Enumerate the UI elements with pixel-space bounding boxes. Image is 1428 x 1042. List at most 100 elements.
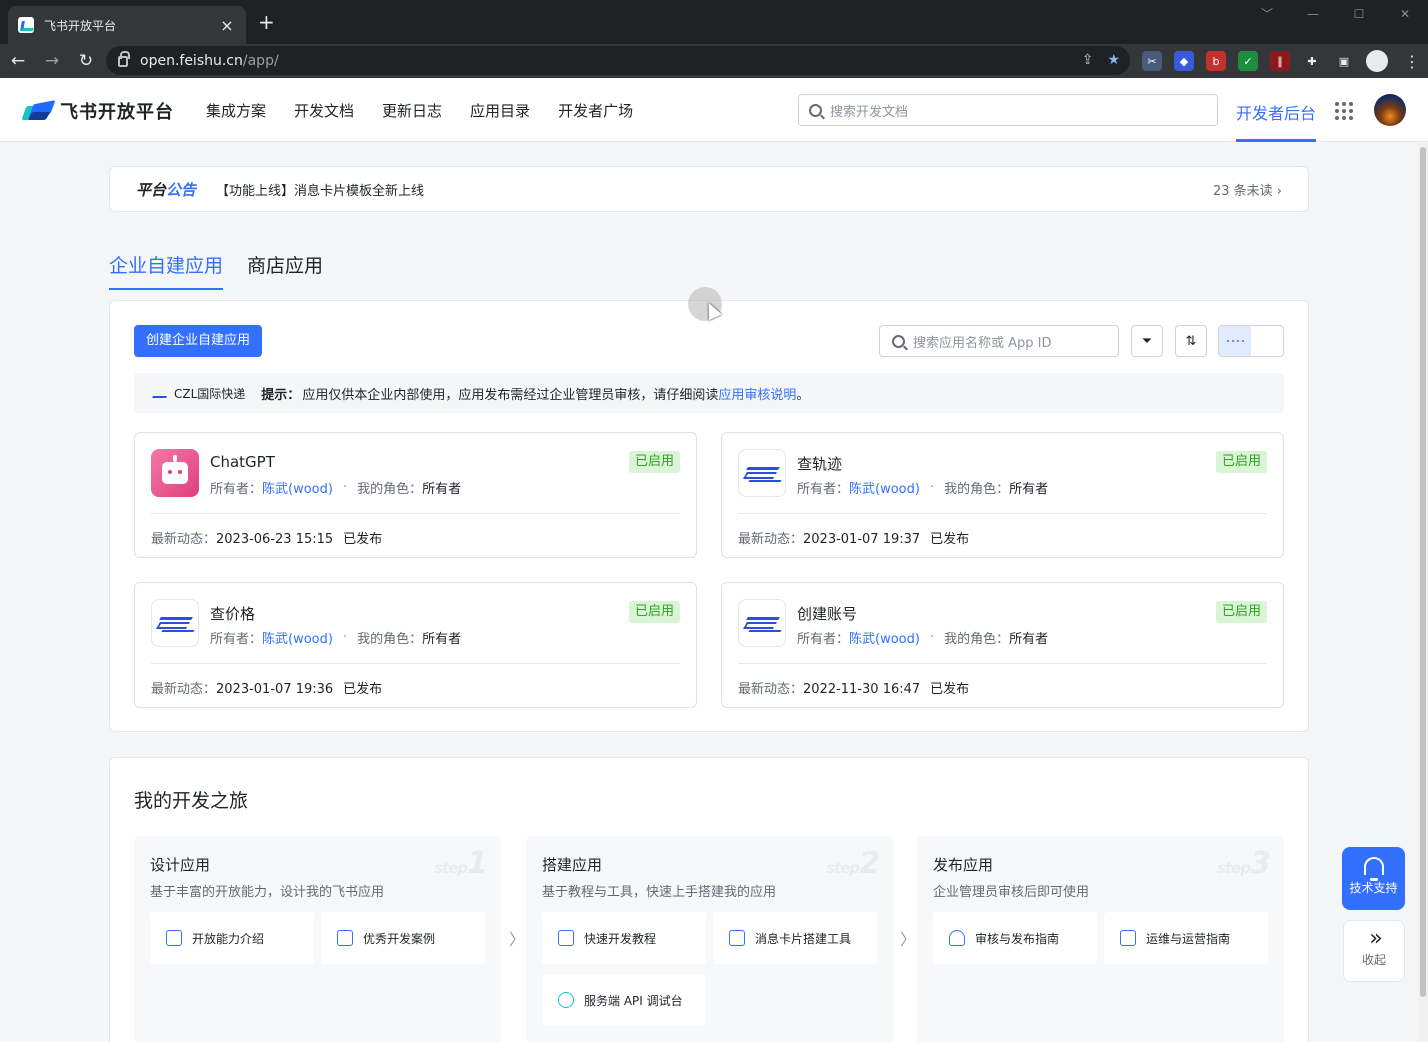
docs-search-input[interactable]: 搜索开发文档 [798,94,1218,126]
sort-icon: ⇅ [1185,333,1197,349]
review-guide-link[interactable]: 应用审核说明 [718,384,796,403]
link-card-builder[interactable]: 消息卡片搭建工具 [713,912,877,964]
step-publish: 发布应用 企业管理员审核后即可使用 step3 审核与发布指南 运维与运营指南 [917,836,1284,1042]
share-icon[interactable]: ⇪ [1082,52,1094,68]
app-card-track[interactable]: 查轨迹 所有者： 陈武(wood) · 我的角色： 所有者 已启用 最新动态：202… [721,432,1284,558]
feishu-logo-icon [21,100,56,122]
card-divider [151,513,680,514]
link-quick-tutorial[interactable]: 快速开发教程 [542,912,706,964]
notice-tag: 平台公告 [136,180,197,199]
sort-button[interactable]: ⇅ [1175,325,1207,357]
list-view-icon [1251,335,1283,347]
main-content: 平台公告 【功能上线】消息卡片模板全新上线 23 条未读 › 企业自建应用 商店… [0,143,1418,1042]
list-view-button[interactable] [1251,326,1283,356]
address-bar[interactable]: open.feishu.cn/app/ ⇪ ★ [106,46,1130,75]
scroll-thumb[interactable] [1420,147,1426,997]
step-arrow-icon: 〉 [900,930,917,949]
robot-app-icon [151,449,199,497]
nav-app-directory[interactable]: 应用目录 [470,100,530,121]
extension-scissors-icon[interactable]: ✂ [1142,51,1162,71]
lock-icon[interactable] [118,51,130,67]
feishu-logo[interactable]: 飞书开放平台 [21,98,174,124]
feishu-favicon-icon [18,17,34,33]
back-arrow-icon[interactable]: ← [2,51,34,71]
browser-tab[interactable]: 飞书开放平台 × [8,6,246,44]
link-showcase[interactable]: 优秀开发案例 [321,912,485,964]
tab-title: 飞书开放平台 [44,18,117,33]
status-badge: 已启用 [1215,601,1267,623]
tab-search-icon[interactable]: ﹀ [1244,0,1290,30]
bookmark-star-icon[interactable]: ★ [1107,52,1120,68]
tech-support-button[interactable]: 技术支持 [1342,847,1405,910]
tip-end: 。 [796,387,810,403]
filter-button[interactable]: ⏷ [1131,325,1163,357]
new-tab-button[interactable]: + [258,12,275,32]
user-avatar[interactable] [1374,94,1406,126]
card-builder-icon [729,930,745,946]
extensions-puzzle-icon[interactable]: ✚ [1302,51,1322,71]
step-desc: 基于教程与工具，快速上手搭建我的应用 [542,885,777,900]
step-title: 发布应用 [933,856,994,874]
app-name: 查价格 [210,605,256,623]
platform-notice[interactable]: 平台公告 【功能上线】消息卡片模板全新上线 23 条未读 › [109,166,1309,212]
tip-text: 应用仅供本企业内部使用，应用发布需经过企业管理员审核，请仔细阅读 [302,387,719,403]
collapse-button[interactable]: » 收起 [1343,920,1405,982]
close-window-button[interactable]: ✕ [1382,0,1428,30]
step-watermark: step3 [1217,846,1271,881]
nav-docs[interactable]: 开发文档 [294,100,354,121]
nav-dev-community[interactable]: 开发者广场 [558,100,633,121]
card-divider [151,663,680,664]
owner-link[interactable]: 陈武(wood) [849,628,920,647]
reload-icon[interactable]: ↻ [70,51,102,71]
app-card-create-account[interactable]: 创建账号 所有者： 陈武(wood) · 我的角色： 所有者 已启用 最新动态：20… [721,582,1284,708]
nav-changelog[interactable]: 更新日志 [382,100,442,121]
card-divider [738,513,1267,514]
doc-icon [166,930,182,946]
book-icon [558,930,574,946]
grid-view-button[interactable] [1219,326,1251,356]
link-ops-guide[interactable]: 运维与运营指南 [1104,912,1268,964]
link-review-guide[interactable]: 审核与发布指南 [933,912,1097,964]
forward-arrow-icon[interactable]: → [36,51,68,71]
page-scrollbar[interactable] [1418,143,1428,1042]
tab-close-icon[interactable]: × [218,16,236,35]
app-name: 创建账号 [797,605,858,623]
app-grid-icon[interactable] [1335,102,1353,120]
headset-icon [1363,857,1384,881]
owner-link[interactable]: 陈武(wood) [262,628,333,647]
tip-label: 提示： [261,387,301,403]
maximize-button[interactable]: ☐ [1336,0,1382,30]
owner-link[interactable]: 陈武(wood) [262,478,333,497]
status-badge: 已启用 [1215,451,1267,473]
side-panel-icon[interactable]: ▣ [1334,51,1354,71]
notice-text[interactable]: 【功能上线】消息卡片模板全新上线 [216,180,1213,199]
extension-bing-icon[interactable]: b [1206,51,1226,71]
dev-journey-panel: 我的开发之旅 设计应用 基于丰富的开放能力，设计我的飞书应用 step1 开放能… [109,757,1309,1042]
star-doc-icon [337,930,353,946]
step-watermark: step2 [826,846,880,881]
profile-avatar[interactable] [1366,50,1388,72]
apps-panel: 创建企业自建应用 搜索应用名称或 App ID ⏷ ⇅ CZL国际快递 提示： … [109,300,1309,732]
extension-red-icon[interactable]: ∥ [1270,51,1290,71]
app-card-chatgpt[interactable]: ChatGPT 所有者： 陈武(wood) · 我的角色： 所有者 已启用 最新动态… [134,432,697,558]
link-api-explorer[interactable]: 服务端 API 调试台 [542,974,706,1026]
dev-console-link[interactable]: 开发者后台 [1236,100,1316,124]
extension-adblock-icon[interactable]: ✓ [1238,51,1258,71]
tab-enterprise-apps[interactable]: 企业自建应用 [109,251,224,290]
create-app-button[interactable]: 创建企业自建应用 [134,325,263,357]
journey-title: 我的开发之旅 [134,790,249,812]
search-icon [809,103,822,117]
minimize-button[interactable]: — [1290,0,1336,30]
owner-link[interactable]: 陈武(wood) [849,478,920,497]
tab-store-apps[interactable]: 商店应用 [247,251,323,290]
extension-shield-icon[interactable]: ◆ [1174,51,1194,71]
link-capabilities[interactable]: 开放能力介绍 [150,912,314,964]
card-divider [738,663,1267,664]
czl-app-icon [738,449,786,497]
app-search-input[interactable]: 搜索应用名称或 App ID [879,325,1119,357]
step-desc: 基于丰富的开放能力，设计我的飞书应用 [150,885,385,900]
app-card-price[interactable]: 查价格 所有者： 陈武(wood) · 我的角色： 所有者 已启用 最新动态：202… [134,582,697,708]
notice-unread-link[interactable]: 23 条未读 › [1213,180,1282,199]
nav-integration[interactable]: 集成方案 [206,100,266,121]
browser-menu-icon[interactable]: ⋮ [1404,52,1420,71]
